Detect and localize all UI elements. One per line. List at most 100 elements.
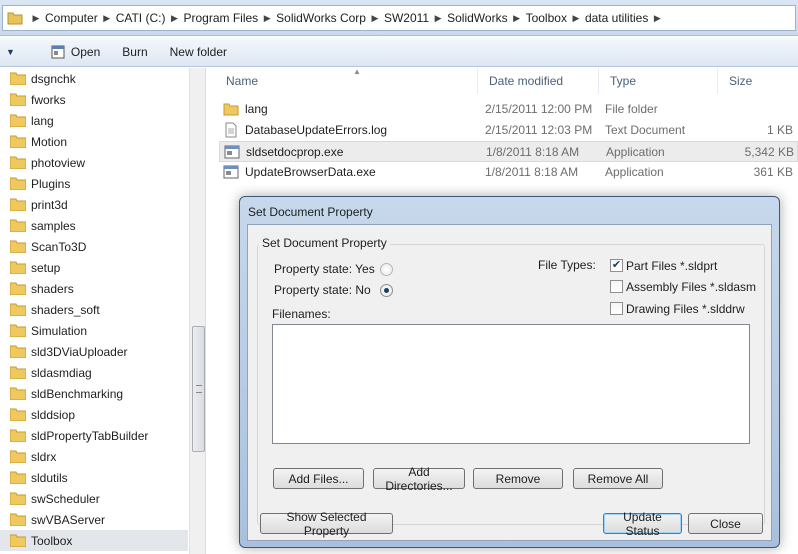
- chevron-right-icon[interactable]: ▶: [567, 13, 585, 24]
- column-header-type[interactable]: Type: [599, 68, 718, 94]
- breadcrumb[interactable]: ▶ Computer ▶ CATI (C:) ▶ Program Files ▶…: [2, 5, 796, 31]
- nav-item[interactable]: samples: [0, 215, 188, 236]
- nav-item-label: swVBAServer: [31, 512, 106, 527]
- crumb-solidworks-corp[interactable]: SolidWorks Corp: [276, 11, 366, 25]
- column-type-label: Type: [610, 74, 637, 88]
- nav-item[interactable]: sldPropertyTabBuilder: [0, 425, 188, 446]
- nav-item[interactable]: sldutils: [0, 467, 188, 488]
- file-row[interactable]: DatabaseUpdateErrors.log 2/15/2011 12:03…: [219, 120, 798, 141]
- nav-scrollbar[interactable]: [189, 68, 205, 554]
- scrollbar-thumb[interactable]: [192, 326, 205, 452]
- file-row[interactable]: UpdateBrowserData.exe 1/8/2011 8:18 AM A…: [219, 162, 798, 183]
- show-selected-property-button[interactable]: Show Selected Property: [260, 510, 393, 538]
- file-date: 1/8/2011 8:18 AM: [485, 165, 579, 179]
- state-no-radio[interactable]: [380, 284, 393, 297]
- add-directories-button[interactable]: Add Directories...: [373, 465, 465, 493]
- crumb-toolbox[interactable]: Toolbox: [526, 11, 567, 25]
- folder-icon: [10, 156, 26, 169]
- application-icon: [224, 145, 240, 159]
- nav-item[interactable]: shaders_soft: [0, 299, 188, 320]
- nav-item[interactable]: ScanTo3D: [0, 236, 188, 257]
- chevron-right-icon[interactable]: ▶: [508, 13, 526, 24]
- folder-icon: [7, 10, 23, 26]
- nav-item-label: sldBenchmarking: [31, 386, 124, 401]
- nav-item-label: shaders_soft: [31, 302, 100, 317]
- nav-item-label: sldPropertyTabBuilder: [31, 428, 149, 443]
- chevron-right-icon[interactable]: ▶: [258, 13, 276, 24]
- nav-item-label: sld3DViaUploader: [31, 344, 128, 359]
- folder-icon: [10, 408, 26, 421]
- remove-all-button[interactable]: Remove All: [573, 468, 663, 489]
- filenames-listbox[interactable]: [272, 324, 750, 444]
- folder-icon: [10, 324, 26, 337]
- crumb-data-utilities[interactable]: data utilities: [585, 11, 648, 25]
- drawing-files-checkbox[interactable]: [610, 302, 623, 315]
- state-yes-label: Property state: Yes: [274, 262, 375, 276]
- file-type: Text Document: [605, 123, 686, 137]
- open-button[interactable]: Open: [43, 40, 108, 64]
- crumb-solidworks[interactable]: SolidWorks: [447, 11, 507, 25]
- chevron-right-icon[interactable]: ▶: [429, 13, 447, 24]
- new-folder-label: New folder: [169, 44, 227, 59]
- nav-item[interactable]: photoview: [0, 152, 188, 173]
- nav-item[interactable]: dsgnchk: [0, 68, 188, 89]
- file-row-selected[interactable]: sldsetdocprop.exe 1/8/2011 8:18 AM Appli…: [219, 141, 798, 162]
- nav-item[interactable]: Plugins: [0, 173, 188, 194]
- nav-item[interactable]: slddsiop: [0, 404, 188, 425]
- nav-item[interactable]: Simulation: [0, 320, 188, 341]
- chevron-right-icon[interactable]: ▶: [98, 13, 116, 24]
- nav-item-selected[interactable]: Toolbox: [0, 530, 188, 551]
- folder-icon: [10, 282, 26, 295]
- assembly-files-checkbox[interactable]: [610, 280, 623, 293]
- crumb-sw2011[interactable]: SW2011: [384, 11, 429, 25]
- part-files-checkbox[interactable]: ✔: [610, 259, 623, 272]
- crumb-program-files[interactable]: Program Files: [183, 11, 258, 25]
- new-folder-button[interactable]: New folder: [162, 40, 235, 64]
- chevron-right-icon[interactable]: ▶: [27, 13, 45, 24]
- add-files-button[interactable]: Add Files...: [273, 468, 364, 489]
- nav-item-label: ScanTo3D: [31, 239, 87, 254]
- column-header-name[interactable]: Name ▲: [215, 67, 478, 94]
- organize-dropdown[interactable]: ▼: [0, 40, 21, 64]
- nav-item-label: samples: [31, 218, 76, 233]
- file-row[interactable]: lang 2/15/2011 12:00 PM File folder: [219, 99, 798, 120]
- column-header-size[interactable]: Size: [718, 68, 798, 94]
- nav-item[interactable]: print3d: [0, 194, 188, 215]
- nav-item[interactable]: shaders: [0, 278, 188, 299]
- folder-icon: [10, 345, 26, 358]
- crumb-drive[interactable]: CATI (C:): [116, 11, 166, 25]
- nav-item-label: lang: [31, 113, 54, 128]
- burn-button[interactable]: Burn: [114, 40, 155, 64]
- file-size: 1 KB: [766, 123, 793, 137]
- nav-item[interactable]: fworks: [0, 89, 188, 110]
- column-header-date[interactable]: Date modified: [478, 68, 599, 94]
- navigation-pane[interactable]: dsgnchk fworks lang Motion photoview Plu…: [0, 68, 206, 554]
- nav-item-label: dsgnchk: [31, 71, 76, 86]
- nav-item[interactable]: swScheduler: [0, 488, 188, 509]
- folder-icon: [10, 387, 26, 400]
- nav-item[interactable]: sldrx: [0, 446, 188, 467]
- state-yes-radio[interactable]: [380, 263, 393, 276]
- folder-icon: [10, 471, 26, 484]
- close-button[interactable]: Close: [688, 513, 763, 534]
- assembly-files-label: Assembly Files *.sldasm: [626, 280, 757, 294]
- nav-item[interactable]: sldasmdiag: [0, 362, 188, 383]
- nav-item[interactable]: sldBenchmarking: [0, 383, 188, 404]
- chevron-right-icon[interactable]: ▶: [366, 13, 384, 24]
- nav-item[interactable]: sld3DViaUploader: [0, 341, 188, 362]
- nav-item[interactable]: lang: [0, 110, 188, 131]
- nav-item[interactable]: Motion: [0, 131, 188, 152]
- nav-item-label: Simulation: [31, 323, 88, 338]
- chevron-right-icon[interactable]: ▶: [648, 13, 666, 24]
- nav-item-label: shaders: [31, 281, 74, 296]
- burn-label: Burn: [122, 44, 148, 59]
- state-no-label: Property state: No: [274, 283, 371, 297]
- nav-item[interactable]: setup: [0, 257, 188, 278]
- nav-item[interactable]: swVBAServer: [0, 509, 188, 530]
- folder-icon: [10, 366, 26, 379]
- crumb-computer[interactable]: Computer: [45, 11, 98, 25]
- update-status-button[interactable]: Update Status: [603, 510, 682, 538]
- remove-button[interactable]: Remove: [473, 468, 563, 489]
- folder-icon: [223, 103, 239, 116]
- chevron-right-icon[interactable]: ▶: [165, 13, 183, 24]
